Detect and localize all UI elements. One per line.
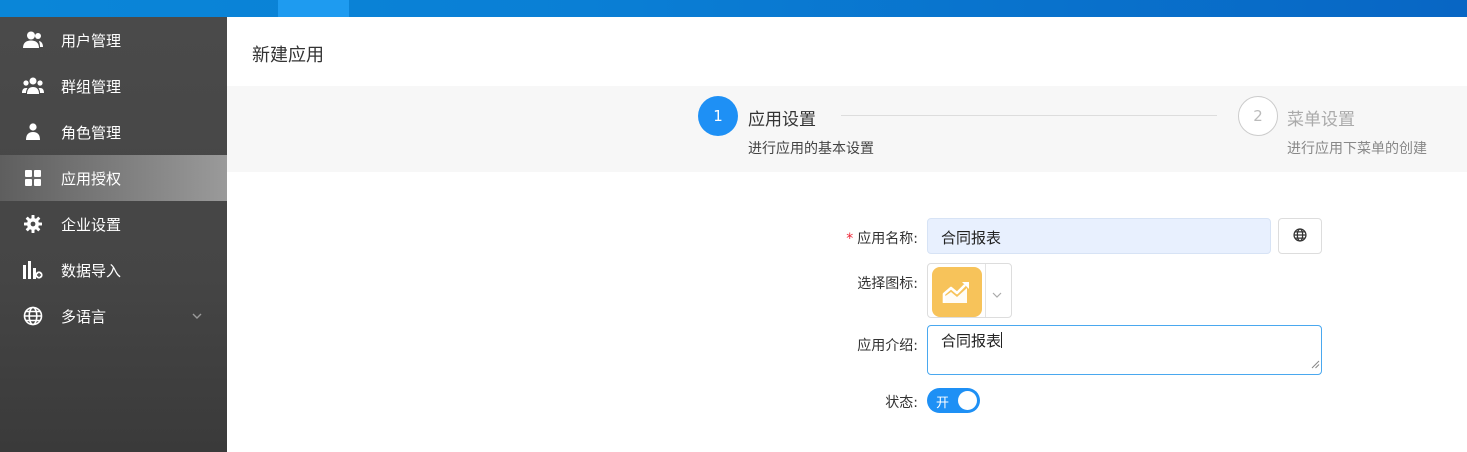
app-intro-label: 应用介绍: <box>857 338 918 354</box>
sidebar-item-label: 群组管理 <box>61 77 122 96</box>
step-2-desc: 进行应用下菜单的创建 <box>1287 141 1427 157</box>
main-content: 新建应用 1 应用设置 进行应用的基本设置 2 菜单设置 进行应用下菜单的创建 … <box>227 17 1467 452</box>
step-1-desc: 进行应用的基本设置 <box>748 141 874 157</box>
sidebar-item-label: 多语言 <box>61 307 107 326</box>
chevron-down-icon[interactable] <box>191 308 203 320</box>
toggle-knob <box>958 391 977 410</box>
sidebar-item-users[interactable]: 用户管理 <box>0 17 227 63</box>
icon-select-label: 选择图标: <box>857 276 918 292</box>
app-intro-text: 合同报表 <box>941 332 1002 350</box>
data-import-icon <box>22 259 44 281</box>
chevron-down-icon[interactable] <box>991 286 1003 305</box>
sidebar-item-enterprise-settings[interactable]: 企业设置 <box>0 201 227 247</box>
page-title: 新建应用 <box>252 45 324 66</box>
app-name-input[interactable]: 合同报表 <box>927 218 1271 254</box>
sidebar-item-label: 企业设置 <box>61 215 122 234</box>
sidebar-item-roles[interactable]: 角色管理 <box>0 109 227 155</box>
steps-bar: 1 应用设置 进行应用的基本设置 2 菜单设置 进行应用下菜单的创建 <box>227 86 1467 172</box>
translate-button[interactable] <box>1278 218 1322 254</box>
globe-icon <box>22 305 44 327</box>
sidebar: 用户管理 群组管理 角色管理 应用授权 企业设置 数据导入 多语言 <box>0 17 227 452</box>
sidebar-item-groups[interactable]: 群组管理 <box>0 63 227 109</box>
step-1-title: 应用设置 <box>748 110 816 130</box>
top-bar <box>0 0 1467 17</box>
gear-icon <box>22 213 44 235</box>
sidebar-item-label: 用户管理 <box>61 31 122 50</box>
sidebar-item-label: 应用授权 <box>61 169 122 188</box>
step-2-title: 菜单设置 <box>1287 110 1355 130</box>
status-toggle[interactable]: 开 <box>927 388 980 413</box>
step-connector-line <box>841 115 1217 116</box>
sidebar-item-label: 数据导入 <box>61 261 122 280</box>
step-2-circle: 2 <box>1238 96 1278 136</box>
sidebar-item-multilang[interactable]: 多语言 <box>0 293 227 339</box>
users-icon <box>22 29 44 51</box>
apps-grid-icon <box>22 167 44 189</box>
sidebar-item-app-auth[interactable]: 应用授权 <box>0 155 227 201</box>
text-cursor <box>1001 332 1003 348</box>
group-icon <box>22 75 44 97</box>
sidebar-item-data-import[interactable]: 数据导入 <box>0 247 227 293</box>
top-tab-active[interactable] <box>278 0 349 17</box>
app-intro-textarea[interactable]: 合同报表 <box>927 325 1322 375</box>
resize-handle-icon[interactable] <box>1311 355 1320 373</box>
status-toggle-text: 开 <box>936 396 950 411</box>
step-1-circle: 1 <box>698 96 738 136</box>
sidebar-item-label: 角色管理 <box>61 123 122 142</box>
user-icon <box>22 121 44 143</box>
required-mark: * <box>846 231 854 247</box>
chart-trend-icon <box>932 267 982 317</box>
app-name-label: * 应用名称: <box>846 231 918 247</box>
icon-select[interactable] <box>927 263 1012 318</box>
globe-icon <box>1293 227 1307 246</box>
icon-select-divider <box>985 264 986 317</box>
status-label: 状态: <box>885 395 918 411</box>
